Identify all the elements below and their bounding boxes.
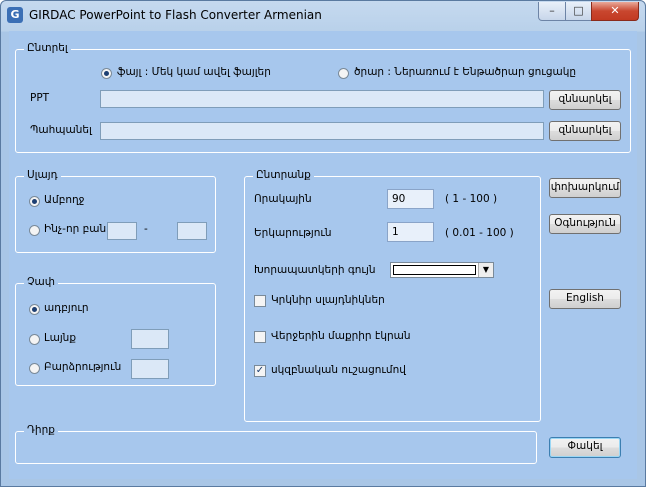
chevron-down-icon[interactable]: ▼ [478, 263, 493, 277]
autostart-label: սկզբնական ուշացումով [271, 364, 406, 376]
quality-input[interactable]: 90 [387, 189, 434, 209]
output-browse-button[interactable]: զննարկել [549, 121, 621, 141]
all-slides-label: Ամբողջ [44, 194, 85, 206]
quality-label: Որակային [254, 193, 312, 205]
height-label: Բարձրություն [44, 361, 122, 373]
endblank-checkbox[interactable] [254, 331, 266, 343]
output-label: Պահպանել [30, 124, 92, 136]
status-group: Դիրք [15, 424, 537, 464]
quality-range: ( 1 - 100 ) [445, 193, 498, 205]
window-title: GIRDAC PowerPoint to Flash Converter Arm… [29, 8, 322, 22]
options-group: Ընտրանք Որակային 90 ( 1 - 100 ) Երկարութ… [244, 169, 541, 422]
client-area: Ընտրել ֆայլ : Մեկ կամ ավել ֆայլեր ծրար :… [9, 31, 637, 479]
english-button[interactable]: English [549, 289, 621, 309]
checkmark-icon: ✓ [255, 365, 265, 376]
endblank-label: Վերջերին մաքրիր էկրան [271, 330, 411, 342]
size-group: Չափ ադբյուր Լայնք Բարձրություն [15, 276, 216, 386]
height-input[interactable] [131, 359, 169, 379]
range-slides-label: Ինչ-որ բան [44, 223, 107, 235]
duration-input[interactable]: 1 [387, 222, 434, 242]
bgcolor-select[interactable]: ▼ [390, 262, 494, 278]
convert-button[interactable]: փոխարկում [549, 178, 621, 198]
options-group-label: Ընտրանք [253, 169, 314, 181]
width-input[interactable] [131, 329, 169, 349]
range-to-input[interactable] [177, 222, 207, 240]
minimize-button[interactable]: – [538, 2, 566, 21]
close-button[interactable]: Փակել [549, 437, 621, 458]
ppt-path-field[interactable] [100, 90, 544, 108]
width-label: Լայնք [44, 332, 77, 344]
autostart-checkbox[interactable]: ✓ [254, 365, 266, 377]
loop-label: Կրկնիր սլայդնիկներ [271, 294, 385, 306]
ppt-label: PPT [30, 92, 50, 104]
original-size-radio[interactable] [29, 304, 40, 315]
slide-group-label: Սլայդ [24, 169, 61, 181]
range-from-input[interactable] [107, 222, 137, 240]
file-radio-label: ֆայլ : Մեկ կամ ավել ֆայլեր [117, 66, 271, 78]
select-group: Ընտրել ֆայլ : Մեկ կամ ավել ֆայլեր ծրար :… [15, 42, 631, 153]
height-radio[interactable] [29, 363, 40, 374]
help-button[interactable]: Օգնություն [549, 214, 621, 234]
bgcolor-swatch [393, 265, 476, 275]
all-slides-radio[interactable] [29, 196, 40, 207]
duration-label: Երկարություն [254, 227, 332, 239]
status-group-label: Դիրք [24, 424, 58, 436]
app-logo-icon: G [7, 7, 23, 23]
folder-radio-label: ծրար : Ներառում է Ենթածրար ցուցակը [354, 66, 577, 78]
size-group-label: Չափ [24, 276, 58, 288]
maximize-button[interactable]: □ [565, 2, 592, 21]
width-radio[interactable] [29, 334, 40, 345]
slide-group: Սլայդ Ամբողջ Ինչ-որ բան - [15, 169, 216, 253]
range-slides-radio[interactable] [29, 225, 40, 236]
close-window-button[interactable]: ✕ [591, 2, 639, 21]
range-separator: - [144, 223, 148, 235]
loop-checkbox[interactable] [254, 295, 266, 307]
original-size-label: ադբյուր [44, 302, 89, 314]
bgcolor-label: Խորապատկերի գույն [254, 264, 376, 276]
folder-radio[interactable] [338, 68, 349, 79]
file-radio[interactable] [101, 68, 112, 79]
application-window: G GIRDAC PowerPoint to Flash Converter A… [0, 0, 646, 487]
duration-range: ( 0.01 - 100 ) [445, 227, 514, 239]
select-group-label: Ընտրել [24, 42, 71, 54]
title-bar[interactable]: G GIRDAC PowerPoint to Flash Converter A… [1, 1, 645, 31]
ppt-browse-button[interactable]: զննարկել [549, 90, 621, 110]
output-path-field[interactable] [100, 122, 544, 140]
